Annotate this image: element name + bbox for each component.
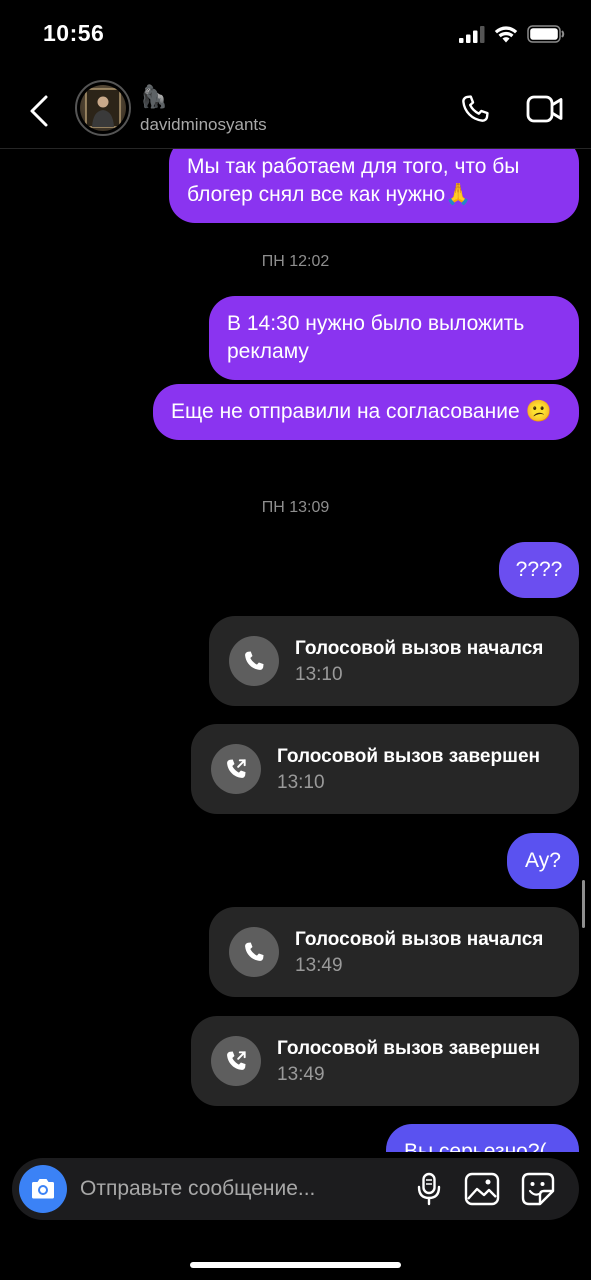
avatar-photo (80, 85, 126, 131)
message-bubble[interactable]: Вы серьезно?( (386, 1124, 579, 1152)
message-bubble[interactable]: ???? (499, 542, 579, 598)
home-indicator[interactable] (190, 1262, 401, 1268)
video-camera-icon (526, 95, 563, 123)
message-bubble[interactable]: Мы так работаем для того, что бы блогер … (169, 149, 579, 223)
sticker-icon (521, 1172, 555, 1206)
phone-call-icon (245, 942, 264, 961)
audio-call-button[interactable] (458, 92, 492, 126)
camera-icon (32, 1179, 54, 1199)
scrollbar-thumb[interactable] (582, 880, 585, 928)
avatar[interactable] (75, 80, 131, 136)
message-text: Ау? (525, 849, 561, 872)
wifi-icon (494, 26, 518, 43)
signal-icon (459, 25, 485, 43)
phone-ended-icon (227, 1051, 246, 1070)
call-title: Голосовой вызов завершен (277, 1038, 540, 1059)
call-event-card[interactable]: Голосовой вызов завершен 13:49 (191, 1016, 579, 1106)
username[interactable]: davidminosyants (140, 115, 267, 135)
call-time: 13:10 (277, 772, 325, 793)
back-chevron-icon (30, 95, 48, 127)
phone-call-icon (245, 651, 264, 670)
call-icon-circle (229, 636, 279, 686)
message-text: Еще не отправили на согласование 😕 (171, 400, 552, 423)
message-input[interactable] (80, 1174, 400, 1204)
call-time: 13:49 (295, 955, 343, 976)
display-name: 🦍 (140, 84, 168, 109)
battery-icon (527, 25, 565, 43)
status-time: 10:56 (43, 20, 105, 46)
call-time: 13:49 (277, 1064, 325, 1085)
message-text: Мы так работаем для того, что бы блогер … (187, 155, 520, 206)
call-icon-circle (229, 927, 279, 977)
gallery-button[interactable] (464, 1172, 500, 1206)
sticker-button[interactable] (520, 1171, 556, 1207)
back-button[interactable] (26, 94, 54, 128)
chat-header: 🦍 davidminosyants (0, 72, 591, 149)
call-title: Голосовой вызов начался (295, 929, 544, 950)
message-bubble[interactable]: Ау? (507, 833, 579, 889)
call-title: Голосовой вызов завершен (277, 746, 540, 767)
call-icon-circle (211, 1036, 261, 1086)
timestamp: ПН 12:02 (261, 253, 330, 270)
status-icons (459, 25, 565, 43)
message-thread[interactable]: Мы так работаем для того, что бы блогер … (0, 149, 591, 1152)
camera-button[interactable] (19, 1165, 67, 1213)
message-composer (12, 1158, 579, 1220)
call-icon-circle (211, 744, 261, 794)
video-call-button[interactable] (526, 94, 564, 124)
call-event-card[interactable]: Голосовой вызов начался 13:49 (209, 907, 579, 997)
phone-icon (462, 95, 489, 122)
call-title: Голосовой вызов начался (295, 638, 544, 659)
call-time: 13:10 (295, 664, 343, 685)
message-text: Вы серьезно?( (404, 1140, 547, 1152)
call-event-card[interactable]: Голосовой вызов завершен 13:10 (191, 724, 579, 814)
phone-ended-icon (227, 759, 246, 778)
message-bubble[interactable]: Еще не отправили на согласование 😕 (153, 384, 579, 440)
message-text: В 14:30 нужно было выложить рекламу (227, 312, 525, 363)
voice-message-button[interactable] (414, 1172, 444, 1206)
gallery-icon (464, 1172, 500, 1206)
timestamp: ПН 13:09 (261, 499, 330, 516)
call-event-card[interactable]: Голосовой вызов начался 13:10 (209, 616, 579, 706)
message-bubble[interactable]: В 14:30 нужно было выложить рекламу (209, 296, 579, 380)
status-bar: 10:56 (0, 0, 591, 72)
message-text: ???? (515, 558, 563, 581)
microphone-icon (417, 1172, 441, 1206)
